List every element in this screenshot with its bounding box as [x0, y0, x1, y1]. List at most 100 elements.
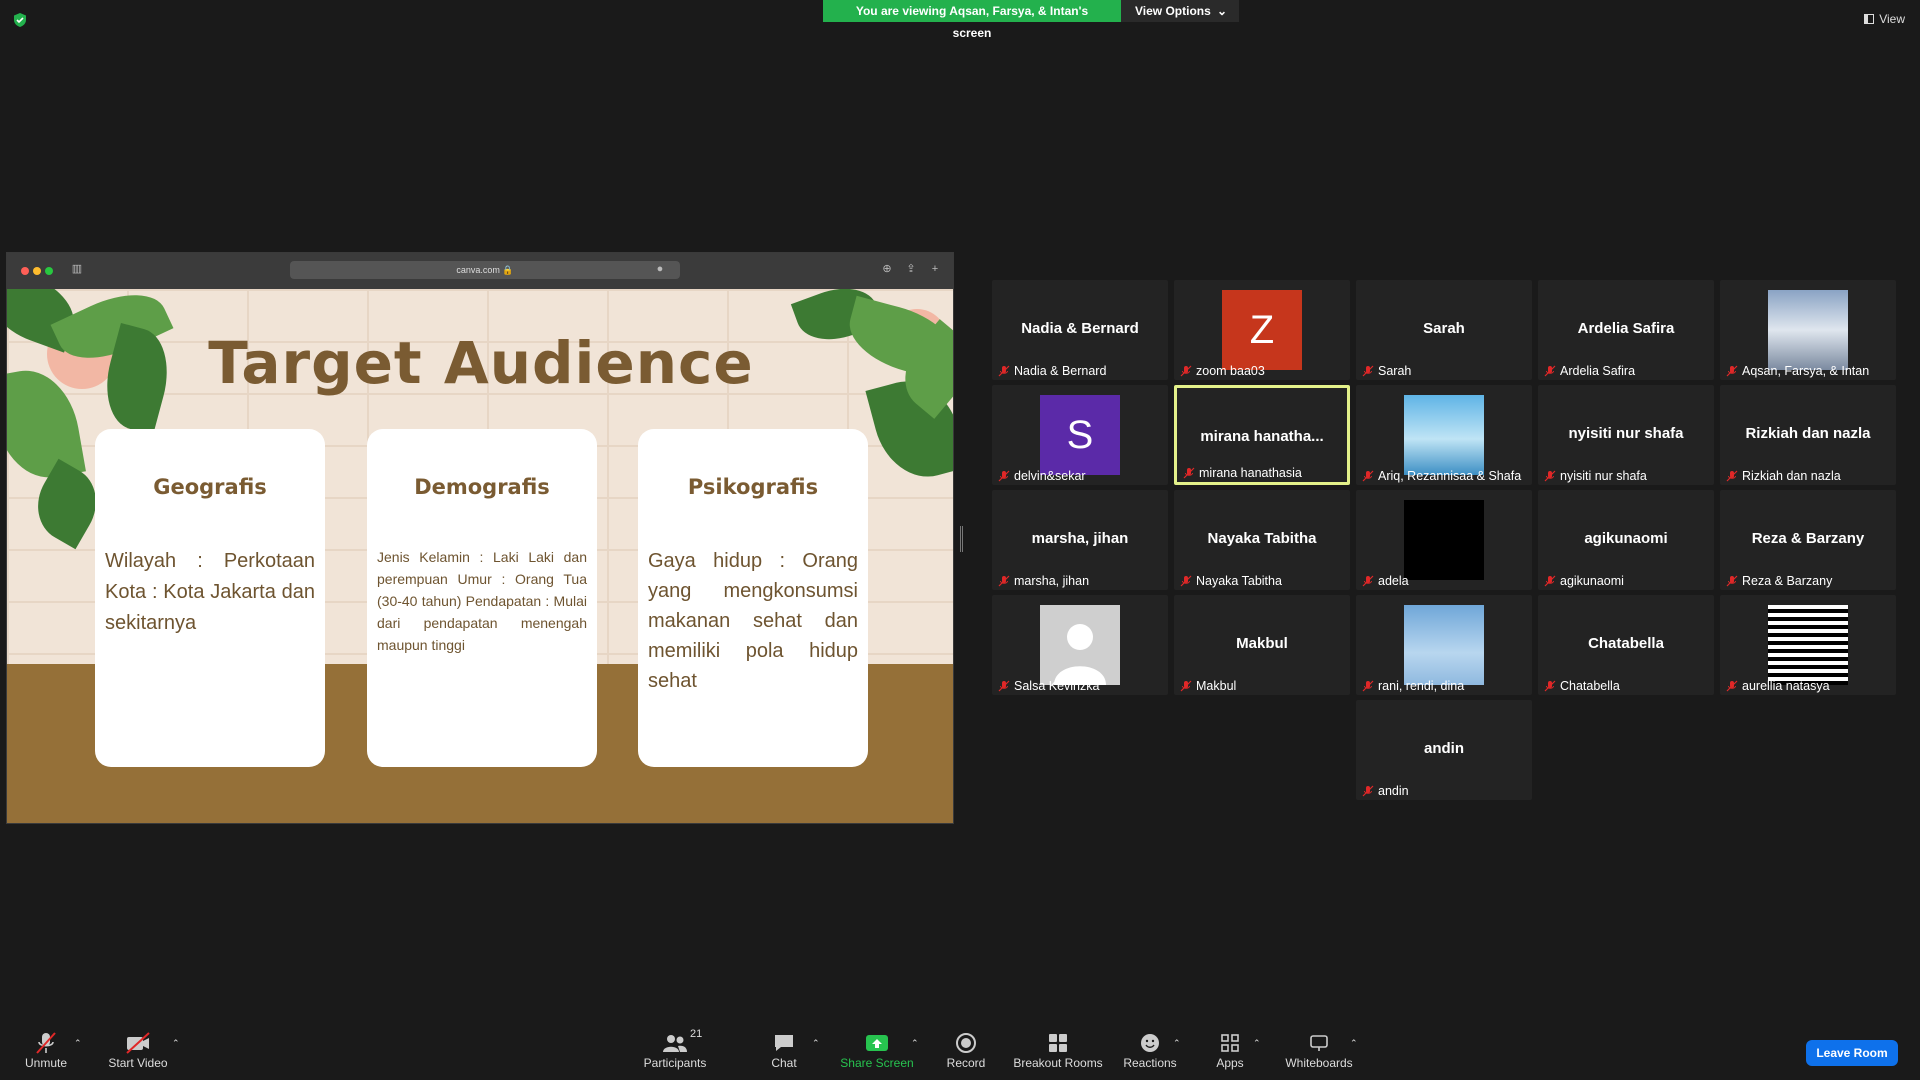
- leave-room-button[interactable]: Leave Room: [1806, 1040, 1898, 1066]
- participant-tile[interactable]: Aqsan, Farsya, & Intan: [1720, 280, 1896, 380]
- new-tab-icon: +: [931, 263, 939, 275]
- participant-name: Makbul: [1236, 635, 1288, 652]
- card-heading: Geografis: [153, 475, 267, 499]
- apps-options-caret[interactable]: ⌃: [1253, 1038, 1261, 1049]
- close-dot-icon: [21, 267, 29, 275]
- participant-tile[interactable]: Sdelvin&sekar: [992, 385, 1168, 485]
- participant-tile[interactable]: Sarah Sarah: [1356, 280, 1532, 380]
- participant-tile[interactable]: Nayaka Tabitha Nayaka Tabitha: [1174, 490, 1350, 590]
- reactions-button[interactable]: Reactions: [1122, 1030, 1178, 1070]
- record-button[interactable]: Record: [944, 1030, 988, 1070]
- participant-tile[interactable]: adela: [1356, 490, 1532, 590]
- view-layout-icon: [1864, 14, 1875, 24]
- participant-tile[interactable]: Makbul Makbul: [1174, 595, 1350, 695]
- muted-mic-icon: [1726, 574, 1738, 587]
- default-avatar: [1040, 605, 1120, 685]
- apps-label: Apps: [1216, 1056, 1244, 1070]
- split-view-handle[interactable]: [960, 526, 963, 552]
- unmute-button[interactable]: Unmute: [18, 1030, 74, 1070]
- view-options-label: View Options: [1135, 4, 1211, 18]
- participant-tile[interactable]: agikunaomi agikunaomi: [1538, 490, 1714, 590]
- breakout-rooms-button[interactable]: Breakout Rooms: [1012, 1030, 1104, 1070]
- participant-tile[interactable]: Ariq, Rezannisaa & Shafa: [1356, 385, 1532, 485]
- participant-label: Nadia & Bernard: [1014, 364, 1107, 378]
- url-bar: canva.com 🔒: [290, 261, 680, 279]
- muted-mic-icon: [1362, 574, 1374, 587]
- start-video-button[interactable]: Start Video: [106, 1030, 170, 1070]
- muted-mic-icon: [1183, 466, 1195, 479]
- participant-name: Reza & Barzany: [1751, 530, 1865, 547]
- chat-button[interactable]: Chat: [764, 1030, 804, 1070]
- breakout-rooms-icon: [1049, 1034, 1067, 1052]
- participant-label: Nayaka Tabitha: [1196, 574, 1282, 588]
- share-screen-label: Share Screen: [840, 1056, 914, 1070]
- minimize-dot-icon: [33, 267, 41, 275]
- participant-label: andin: [1378, 784, 1409, 798]
- participant-name: andin: [1424, 740, 1464, 757]
- participant-label: Ardelia Safira: [1560, 364, 1636, 378]
- participant-tile[interactable]: Salsa Kevinzka: [992, 595, 1168, 695]
- chat-options-caret[interactable]: ⌃: [812, 1038, 820, 1049]
- participant-label: aurellia natasya: [1742, 679, 1830, 693]
- muted-mic-icon: [1180, 679, 1192, 692]
- viewing-banner: You are viewing Aqsan, Farsya, & Intan's…: [823, 0, 1239, 40]
- record-label: Record: [946, 1056, 986, 1070]
- participant-tile[interactable]: mirana hanatha... mirana hanathasia: [1174, 385, 1350, 485]
- participants-button[interactable]: 21 Participants: [642, 1028, 708, 1070]
- browser-toolbar: ▥ canva.com 🔒 ● ⊕ ⇪ +: [7, 253, 953, 289]
- muted-mic-icon: [1180, 574, 1192, 587]
- participant-tile[interactable]: rani, rendi, dina: [1356, 595, 1532, 695]
- participant-label: Aqsan, Farsya, & Intan: [1742, 364, 1870, 378]
- muted-mic-icon: [1362, 364, 1374, 377]
- participant-label: Chatabella: [1560, 679, 1620, 693]
- participant-tile[interactable]: nyisiti nur shafa nyisiti nur shafa: [1538, 385, 1714, 485]
- participant-name: agikunaomi: [1584, 530, 1668, 547]
- whiteboard-icon: [1310, 1035, 1328, 1051]
- video-options-caret[interactable]: ⌃: [172, 1038, 180, 1049]
- muted-mic-icon: [1362, 784, 1374, 797]
- view-options-button[interactable]: View Options ⌄: [1121, 0, 1239, 22]
- sidebar-icon: ▥: [71, 263, 83, 275]
- share-options-caret[interactable]: ⌃: [911, 1038, 919, 1049]
- participant-tile[interactable]: Nadia & Bernard Nadia & Bernard: [992, 280, 1168, 380]
- muted-mic-icon: [998, 574, 1010, 587]
- participant-tile[interactable]: Ardelia Safira Ardelia Safira: [1538, 280, 1714, 380]
- card-heading: Psikografis: [687, 475, 819, 499]
- participant-tile[interactable]: Chatabella Chatabella: [1538, 595, 1714, 695]
- participant-name: Rizkiah dan nazla: [1745, 425, 1871, 442]
- reactions-options-caret[interactable]: ⌃: [1173, 1038, 1181, 1049]
- participant-tile[interactable]: Zzoom baa03: [1174, 280, 1350, 380]
- participant-label: Rizkiah dan nazla: [1742, 469, 1841, 483]
- share-icon: ⇪: [906, 263, 916, 275]
- muted-mic-icon: [998, 364, 1010, 377]
- share-screen-icon: [866, 1035, 888, 1051]
- participant-tile[interactable]: Rizkiah dan nazla Rizkiah dan nazla: [1720, 385, 1896, 485]
- audio-options-caret[interactable]: ⌃: [74, 1038, 82, 1049]
- participant-tile[interactable]: Reza & Barzany Reza & Barzany: [1720, 490, 1896, 590]
- view-button[interactable]: View: [1864, 12, 1905, 26]
- slide-title: Target Audience: [208, 329, 754, 397]
- participants-count: 21: [690, 1028, 703, 1040]
- participant-name: Ardelia Safira: [1577, 320, 1675, 337]
- meeting-toolbar: Unmute ⌃ Start Video ⌃ 21 Participants C…: [0, 1020, 1920, 1080]
- mountain-illustration: [1404, 395, 1484, 475]
- participant-tile[interactable]: marsha, jihan marsha, jihan: [992, 490, 1168, 590]
- chat-bubble-icon: [775, 1035, 793, 1051]
- participant-tile[interactable]: aurellia natasya: [1720, 595, 1896, 695]
- participant-label: marsha, jihan: [1014, 574, 1090, 588]
- participant-name: Sarah: [1423, 320, 1465, 337]
- whiteboards-options-caret[interactable]: ⌃: [1350, 1038, 1358, 1049]
- participant-tile[interactable]: andin andin: [1356, 700, 1532, 800]
- participant-label: mirana hanathasia: [1199, 466, 1302, 480]
- participant-name: Nadia & Bernard: [1021, 320, 1139, 337]
- share-screen-button[interactable]: Share Screen: [840, 1030, 914, 1070]
- apps-button[interactable]: Apps: [1210, 1030, 1250, 1070]
- participant-label: adela: [1378, 574, 1409, 588]
- chevron-down-icon: ⌄: [1216, 4, 1227, 18]
- participant-label: nyisiti nur shafa: [1560, 469, 1647, 483]
- participant-name: Chatabella: [1588, 635, 1664, 652]
- whiteboards-button[interactable]: Whiteboards: [1282, 1030, 1356, 1070]
- security-shield-icon[interactable]: [12, 12, 28, 28]
- goose-photo: [1768, 290, 1848, 370]
- black-square: [1404, 500, 1484, 580]
